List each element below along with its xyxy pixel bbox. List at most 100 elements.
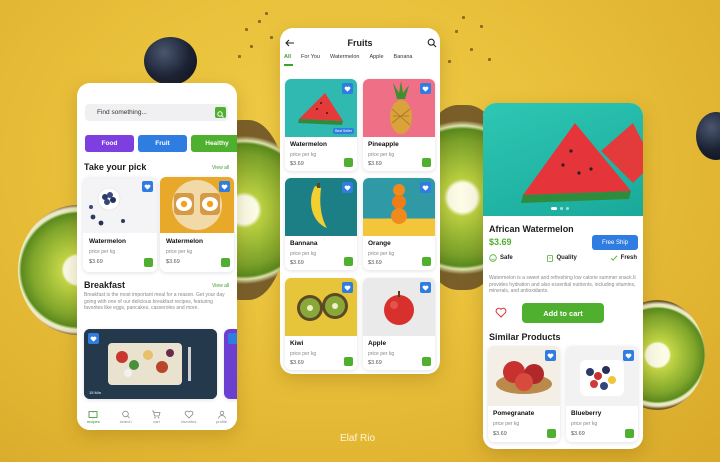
- page-title: Fruits: [347, 38, 373, 48]
- nav-recipes[interactable]: recipes: [87, 410, 100, 424]
- card-price: $3.69: [368, 161, 382, 167]
- card-title: Kiwi: [290, 340, 304, 347]
- favorite-icon[interactable]: [342, 83, 353, 94]
- card-title: Watermelon: [166, 238, 203, 245]
- heart-icon[interactable]: [495, 307, 507, 318]
- card-unit: price per kg: [290, 152, 317, 158]
- favorite-icon[interactable]: [545, 350, 556, 361]
- take-your-pick-view-all[interactable]: View all: [212, 165, 229, 171]
- breakfast-card[interactable]: 15 Min: [84, 329, 217, 399]
- card-title: Watermelon: [89, 238, 126, 245]
- tab-all[interactable]: All: [284, 54, 291, 60]
- cart-icon: [152, 410, 161, 419]
- fruit-card-banana[interactable]: Bannana price per kg $3.69: [285, 178, 357, 270]
- heart-icon: [184, 410, 194, 419]
- favorite-icon[interactable]: [219, 181, 230, 192]
- check-icon: [610, 255, 617, 261]
- pick-card-1[interactable]: Watermelon price per kg $3.69: [83, 177, 157, 272]
- card-price: $3.69: [290, 360, 304, 366]
- favorite-icon[interactable]: [88, 333, 99, 344]
- home-screen: Find something... Food Fruit Healthy Tak…: [77, 83, 237, 430]
- search-button[interactable]: [215, 107, 226, 118]
- chip-food[interactable]: Food: [85, 135, 134, 152]
- card-price: $3.69: [290, 260, 304, 266]
- free-ship-badge: Free Ship: [592, 235, 638, 250]
- favorite-icon[interactable]: [420, 83, 431, 94]
- category-tabs: All For You Watermelon Apple Banana: [284, 54, 413, 60]
- fruit-card-kiwi[interactable]: Kiwi price per kg $3.69: [285, 278, 357, 370]
- card-unit: price per kg: [571, 421, 598, 427]
- favorite-icon[interactable]: [623, 350, 634, 361]
- breakfast-image: [84, 329, 217, 399]
- search-icon[interactable]: [427, 38, 437, 48]
- fruit-card-apple[interactable]: Apple price per kg $3.69: [363, 278, 435, 370]
- fruit-card-pineapple[interactable]: Pineapple price per kg $3.69: [363, 79, 435, 171]
- user-icon: [217, 410, 226, 419]
- breakfast-card-peek[interactable]: [224, 329, 237, 399]
- clipboard-icon: [546, 255, 553, 262]
- feature-fresh: Fresh: [610, 254, 637, 262]
- book-icon: [88, 411, 98, 419]
- fruit-card-watermelon[interactable]: Best Seller Watermelon price per kg $3.6…: [285, 79, 357, 171]
- chip-healthy[interactable]: Healthy: [191, 135, 237, 152]
- best-seller-badge: Best Seller: [333, 128, 354, 134]
- card-price: $3.69: [368, 360, 382, 366]
- add-to-cart-button[interactable]: Add to cart: [522, 303, 604, 323]
- card-unit: price per kg: [89, 249, 116, 255]
- add-to-cart-icon[interactable]: [344, 357, 353, 366]
- nav-cart[interactable]: cart: [151, 410, 161, 424]
- add-to-cart-icon[interactable]: [547, 429, 556, 438]
- similar-products-title: Similar Products: [489, 332, 561, 342]
- product-price: $3.69: [489, 237, 512, 247]
- fruit-card-orange[interactable]: Orange price per kg $3.69: [363, 178, 435, 270]
- blueberry-top-left: [144, 37, 197, 85]
- card-title: Pomegranate: [493, 410, 535, 417]
- chip-fruit[interactable]: Fruit: [138, 135, 187, 152]
- blueberry-right: [696, 112, 720, 160]
- product-name: African Watermelon: [489, 224, 574, 234]
- card-price: $3.69: [89, 259, 103, 265]
- favorite-icon[interactable]: [420, 182, 431, 193]
- add-to-cart-icon[interactable]: [344, 158, 353, 167]
- breakfast-view-all[interactable]: View all: [212, 283, 229, 289]
- add-to-cart-icon[interactable]: [221, 258, 230, 267]
- author-signature: Elaf Rio: [340, 433, 376, 444]
- add-to-cart-icon[interactable]: [422, 257, 431, 266]
- fruits-screen: Fruits All For You Watermelon Apple Bana…: [280, 28, 440, 374]
- tab-banana[interactable]: Banana: [394, 54, 413, 60]
- similar-card-blueberry[interactable]: Blueberry price per kg $3.69: [566, 346, 638, 442]
- pick-card-2[interactable]: Watermelon price per kg $3.69: [160, 177, 234, 272]
- nav-favorites[interactable]: favorites: [181, 410, 196, 424]
- card-price: $3.69: [493, 431, 507, 437]
- similar-card-pomegranate[interactable]: Pomegranate price per kg $3.69: [488, 346, 560, 442]
- add-to-cart-icon[interactable]: [625, 429, 634, 438]
- add-to-cart-icon[interactable]: [144, 258, 153, 267]
- favorite-icon[interactable]: [342, 182, 353, 193]
- card-unit: price per kg: [290, 251, 317, 257]
- favorite-icon[interactable]: [142, 181, 153, 192]
- search-placeholder: Find something...: [97, 109, 147, 116]
- search-icon: [217, 111, 224, 118]
- feature-row: Safe Quality Fresh: [489, 254, 637, 262]
- card-price: $3.69: [166, 259, 180, 265]
- card-price: $3.69: [368, 260, 382, 266]
- card-price: $3.69: [290, 161, 304, 167]
- tab-watermelon[interactable]: Watermelon: [330, 54, 359, 60]
- add-to-cart-icon[interactable]: [422, 158, 431, 167]
- card-unit: price per kg: [368, 152, 395, 158]
- add-to-cart-icon[interactable]: [344, 257, 353, 266]
- card-price: $3.69: [571, 431, 585, 437]
- take-your-pick-title: Take your pick: [84, 162, 147, 172]
- nav-profile[interactable]: profile: [216, 410, 227, 424]
- product-detail-screen: African Watermelon $3.69 Free Ship Safe …: [483, 103, 643, 449]
- tab-for-you[interactable]: For You: [301, 54, 320, 60]
- nav-search[interactable]: search: [120, 410, 132, 424]
- add-to-cart-icon[interactable]: [422, 357, 431, 366]
- carousel-dots[interactable]: [551, 207, 569, 210]
- breakfast-description: Breakfast is the most important meal for…: [84, 292, 225, 311]
- favorite-icon[interactable]: [228, 333, 237, 344]
- tab-apple[interactable]: Apple: [369, 54, 383, 60]
- favorite-icon[interactable]: [420, 282, 431, 293]
- favorite-icon[interactable]: [342, 282, 353, 293]
- search-bar[interactable]: Find something...: [85, 104, 228, 121]
